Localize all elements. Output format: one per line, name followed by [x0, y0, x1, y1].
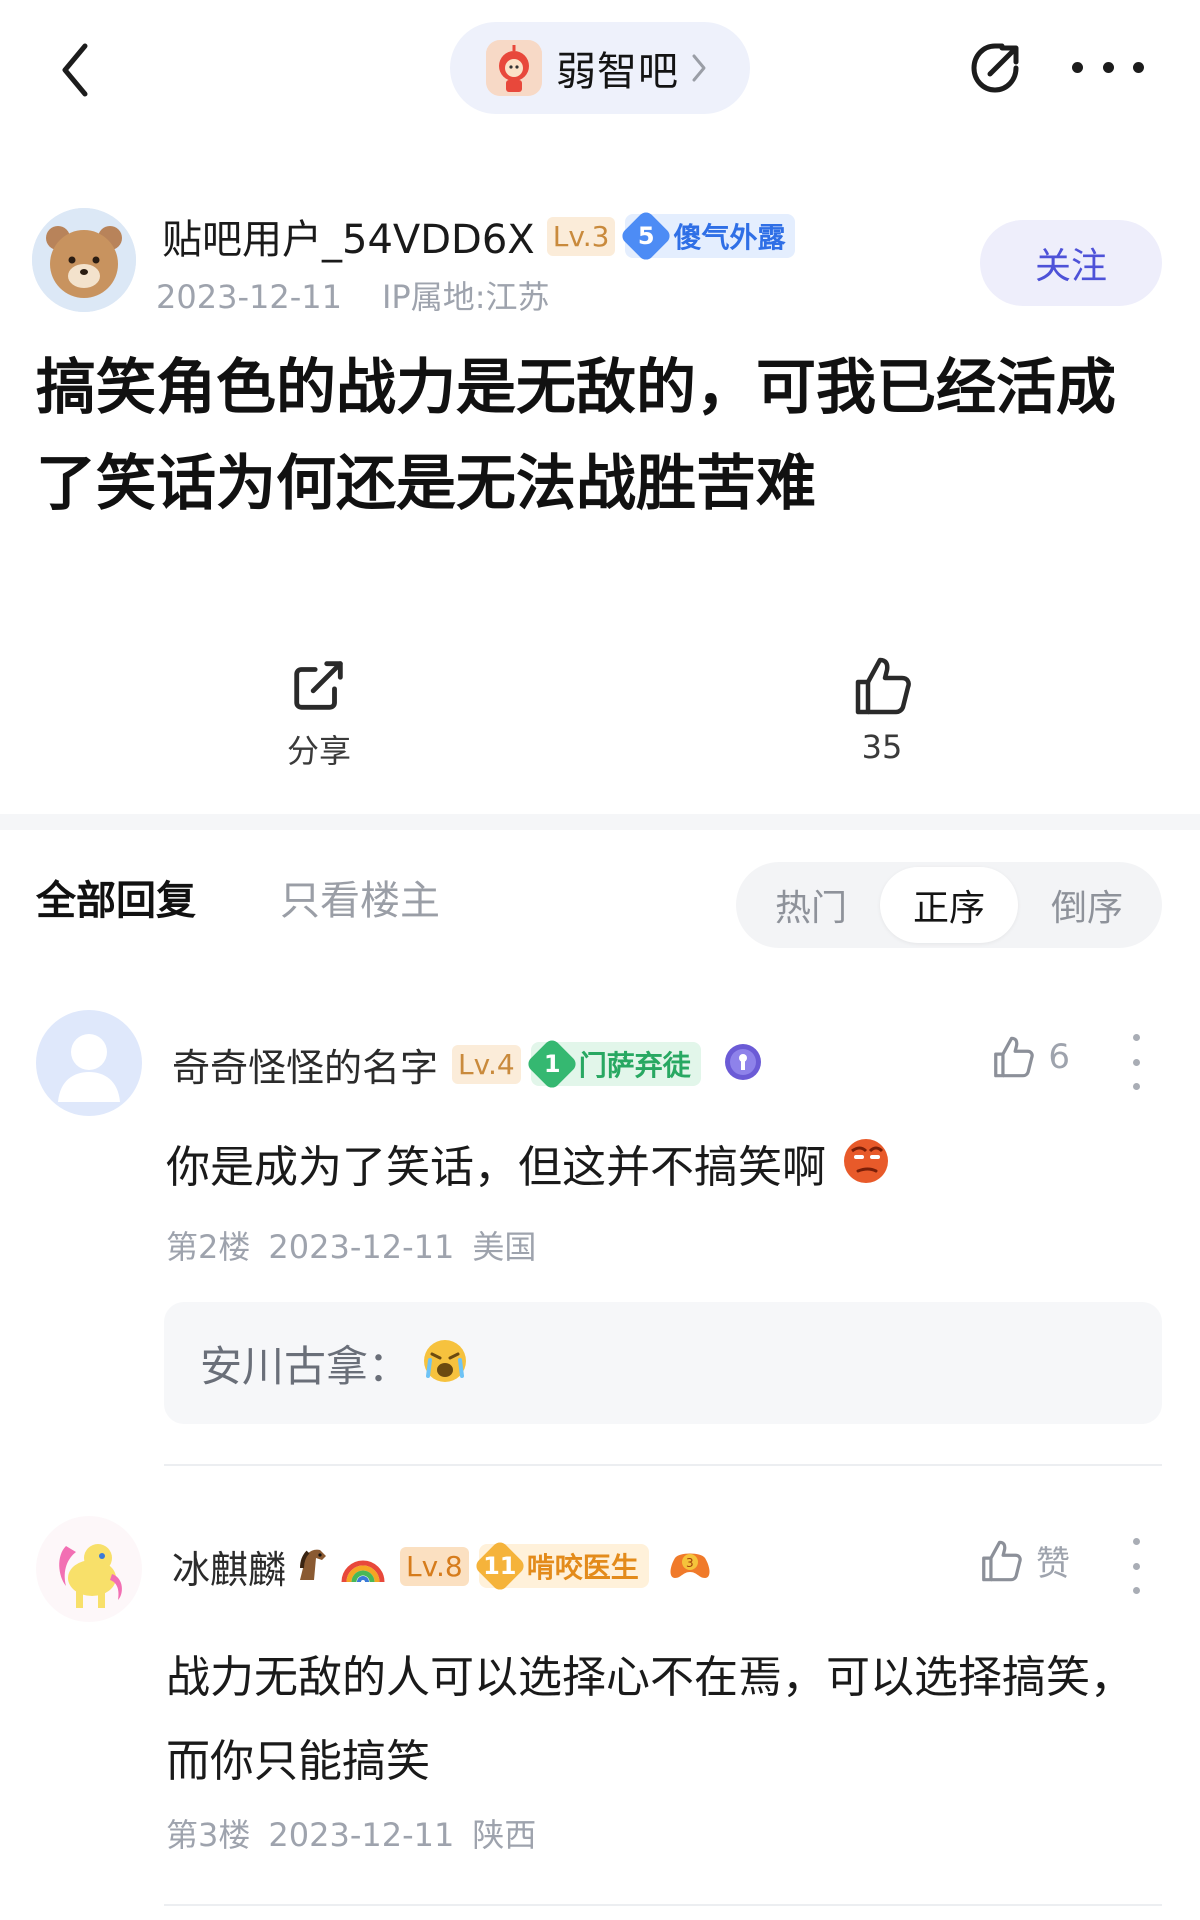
- post-title: 搞笑角色的战力是无敌的，可我已经活成了笑话为何还是无法战胜苦难: [36, 353, 1116, 519]
- share-button[interactable]: [964, 36, 1028, 100]
- follow-button[interactable]: 关注: [980, 220, 1162, 306]
- dot-icon: [1132, 1058, 1140, 1066]
- sub-reply-box[interactable]: 安川古拿：: [164, 1302, 1162, 1424]
- thumbs-up-icon: [982, 1540, 1022, 1581]
- post-like-button[interactable]: 35: [836, 654, 928, 766]
- chevron-left-icon: [62, 43, 88, 97]
- reply-meta: 第2楼 2023-12-11 美国: [166, 1222, 554, 1268]
- thumbs-up-icon: [994, 1036, 1035, 1078]
- dot-icon: [1132, 1562, 1140, 1570]
- diamond-icon: 5: [619, 209, 674, 263]
- thumbs-up-icon: [855, 657, 911, 715]
- reply-meta: 第3楼 2023-12-11 陕西: [166, 1810, 554, 1856]
- title-badge-label: 门萨弃徒: [578, 1049, 691, 1082]
- sort-segmented-control: 热门 正序 倒序: [736, 862, 1162, 948]
- level-badge: Lv.8: [400, 1546, 469, 1586]
- reply-more-button[interactable]: [1124, 1538, 1148, 1594]
- title-badge-label: 傻气外露: [673, 221, 786, 254]
- floor-number: 第3楼: [166, 1816, 251, 1854]
- post-share-button[interactable]: 分享: [276, 654, 362, 772]
- keyhole-badge-icon: [721, 1040, 765, 1088]
- dot-icon: [1102, 61, 1114, 73]
- dot-icon: [1132, 1083, 1140, 1090]
- level-badge: Lv.3: [546, 216, 616, 256]
- reply-date: 2023-12-11: [268, 1816, 455, 1854]
- section-divider: [0, 814, 1200, 830]
- share-label: 分享: [286, 732, 351, 770]
- dot-icon: [1072, 61, 1083, 73]
- svg-text:3: 3: [686, 1556, 694, 1570]
- reply-date: 2023-12-11: [268, 1228, 455, 1266]
- top-bar: 弱智吧: [0, 0, 1200, 140]
- reply-like-count: 6: [1048, 1037, 1070, 1077]
- diamond-icon: 11: [472, 1539, 527, 1593]
- dot-icon: [1132, 1587, 1140, 1594]
- tab-op-only[interactable]: 只看楼主: [280, 868, 440, 926]
- forum-avatar: [486, 40, 542, 96]
- title-badge: 11 啃咬医生: [472, 1539, 649, 1593]
- diamond-icon: 1: [524, 1037, 579, 1091]
- author-avatar[interactable]: [32, 208, 136, 312]
- reply-divider: [164, 1464, 1162, 1466]
- sub-reply-author: 安川古拿：: [200, 1341, 411, 1391]
- more-options-button[interactable]: [1072, 52, 1144, 82]
- horse-icon: [290, 1542, 334, 1590]
- reply-divider: [164, 1904, 1162, 1906]
- dot-icon: [1132, 1538, 1140, 1545]
- tab-all-replies[interactable]: 全部回复: [36, 868, 196, 926]
- reply-location: 陕西: [472, 1816, 537, 1854]
- author-meta: 2023-12-11 IP属地:江苏: [156, 272, 550, 318]
- title-badge: 1 门萨弃徒: [524, 1037, 701, 1091]
- author-name[interactable]: 贴吧用户_54VDD6X: [162, 207, 535, 265]
- back-button[interactable]: [44, 30, 104, 110]
- dot-icon: [1133, 61, 1144, 73]
- reply-author-name[interactable]: 冰麒麟: [172, 1539, 286, 1594]
- forum-link[interactable]: 弱智吧: [450, 22, 750, 114]
- reply-like-button[interactable]: 6: [990, 1034, 1070, 1080]
- sort-descending[interactable]: 倒序: [1018, 867, 1156, 943]
- sort-hot[interactable]: 热门: [742, 867, 880, 943]
- floor-number: 第2楼: [166, 1228, 251, 1266]
- avatar[interactable]: [36, 1516, 142, 1622]
- gamepad-icon: 3: [667, 1544, 713, 1588]
- title-badge-label: 啃咬医生: [526, 1551, 639, 1584]
- reply-content: 你是成为了笑话，但这并不搞笑啊: [166, 1132, 1156, 1207]
- reply-author-name[interactable]: 奇奇怪怪的名字: [172, 1037, 438, 1092]
- reply-header: 奇奇怪怪的名字 Lv.4 1 门萨弃徒: [172, 1034, 765, 1094]
- like-count: 35: [861, 728, 903, 766]
- forum-name: 弱智吧: [556, 49, 679, 95]
- smirk-emoji-icon: [840, 1133, 892, 1207]
- ip-location: IP属地:江苏: [381, 278, 550, 316]
- dot-icon: [1132, 1034, 1140, 1041]
- share-icon: [971, 43, 1019, 93]
- share-icon: [294, 661, 343, 710]
- reply-like-button[interactable]: 赞: [978, 1536, 1070, 1585]
- rainbow-icon: [340, 1544, 386, 1588]
- reply-content: 战力无敌的人可以选择心不在焉，可以选择搞笑，而你只能搞笑: [166, 1652, 1134, 1787]
- reply-more-button[interactable]: [1124, 1034, 1148, 1090]
- level-badge: Lv.4: [452, 1044, 521, 1084]
- post-date: 2023-12-11: [156, 278, 342, 316]
- reply-location: 美国: [472, 1228, 537, 1266]
- avatar[interactable]: [36, 1010, 142, 1116]
- reply-header: 冰麒麟 Lv.8 11 啃咬医生 3: [172, 1536, 713, 1596]
- sort-ascending[interactable]: 正序: [880, 867, 1018, 943]
- title-badge: 5 傻气外露: [619, 209, 796, 263]
- crying-emoji-icon: [420, 1336, 470, 1390]
- reply-like-label: 赞: [1036, 1544, 1070, 1584]
- chevron-right-icon: [692, 54, 706, 82]
- author-header: 贴吧用户_54VDD6X Lv.3 5 傻气外露: [162, 207, 796, 265]
